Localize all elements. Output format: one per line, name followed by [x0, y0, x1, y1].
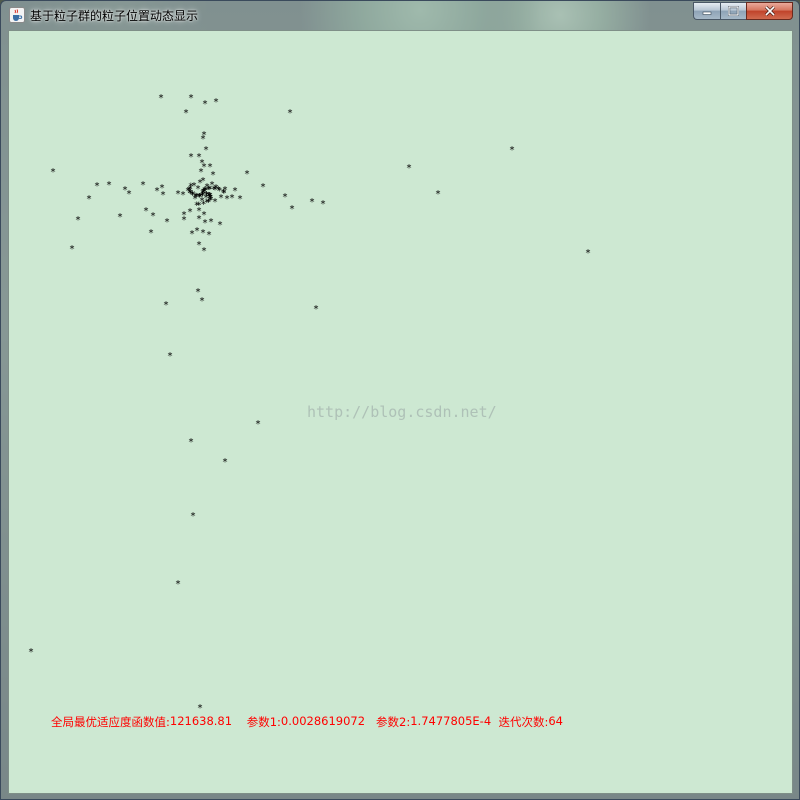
particle-marker: * — [197, 703, 203, 714]
particle-marker: * — [213, 97, 219, 108]
title-bar[interactable]: 基于粒子群的粒子位置动态显示 — [1, 1, 799, 29]
particle-marker: * — [181, 215, 187, 226]
watermark-text: http://blog.csdn.net/ — [307, 403, 497, 421]
iteration-value: 64 — [548, 714, 563, 728]
particle-marker: * — [188, 152, 194, 163]
particle-marker: * — [183, 108, 189, 119]
particle-marker: * — [167, 351, 173, 362]
particle-marker: * — [117, 212, 123, 223]
particle-marker: * — [163, 300, 169, 311]
particle-marker: * — [199, 296, 205, 307]
particle-marker: * — [237, 194, 243, 205]
particle-marker: * — [212, 185, 218, 196]
iteration-label: 迭代次数: — [498, 715, 549, 729]
status-gap — [491, 714, 498, 730]
param1-value: 0.0028619072 — [280, 714, 366, 728]
window-controls — [693, 2, 793, 21]
app-window: 基于粒子群的粒子位置动态显示 ************* — [0, 0, 800, 800]
particle-marker: * — [309, 197, 315, 208]
particle-marker: * — [94, 181, 100, 192]
particle-marker: * — [86, 194, 92, 205]
particle-marker: * — [160, 190, 166, 201]
particle-marker: * — [229, 193, 235, 204]
status-line: 全局最优适应度函数值: 121638.81 参数1: 0.0028619072 … — [51, 714, 563, 730]
minimize-icon — [702, 11, 712, 15]
particle-marker: * — [585, 248, 591, 259]
particle-marker: * — [255, 419, 261, 430]
status-gap — [365, 714, 376, 730]
particle-marker: * — [206, 230, 212, 241]
particle-marker: * — [201, 246, 207, 257]
particle-marker: * — [148, 228, 154, 239]
java-cup-icon — [9, 7, 25, 23]
status-gap — [232, 714, 247, 730]
particle-marker: * — [289, 204, 295, 215]
particle-marker: * — [188, 93, 194, 104]
particle-marker: * — [188, 437, 194, 448]
close-button[interactable] — [746, 2, 793, 20]
particle-marker: * — [435, 189, 441, 200]
particle-marker: * — [203, 145, 209, 156]
best-fitness-value: 121638.81 — [169, 714, 233, 728]
particle-marker: * — [28, 647, 34, 658]
particle-marker: * — [75, 215, 81, 226]
particle-marker: * — [50, 167, 56, 178]
particle-marker: * — [126, 189, 132, 200]
particle-marker: * — [244, 169, 250, 180]
close-icon — [764, 6, 775, 16]
particle-marker: * — [260, 182, 266, 193]
param2-label: 参数2: — [376, 715, 411, 729]
param2-value: 1.7477805E-4 — [410, 714, 492, 728]
particle-marker: * — [190, 190, 196, 201]
particle-marker: * — [202, 99, 208, 110]
particle-marker: * — [69, 244, 75, 255]
particle-marker: * — [187, 207, 193, 218]
particle-marker: * — [200, 134, 206, 145]
particle-marker: * — [190, 511, 196, 522]
particle-marker: * — [143, 206, 149, 217]
particle-marker: * — [158, 93, 164, 104]
particle-marker: * — [313, 304, 319, 315]
param1-label: 参数1: — [246, 715, 281, 729]
particle-marker: * — [287, 108, 293, 119]
particle-marker: * — [150, 211, 156, 222]
maximize-button[interactable] — [720, 2, 746, 20]
particle-marker: * — [222, 457, 228, 468]
window-title: 基于粒子群的粒子位置动态显示 — [30, 9, 199, 23]
minimize-button[interactable] — [693, 2, 720, 20]
particle-marker: * — [509, 145, 515, 156]
particle-marker: * — [217, 220, 223, 231]
particle-marker: * — [282, 192, 288, 203]
particle-canvas: * * * * * * * * * * * * * * * * * * * * * * * * * * * * * * * * * * * * * * * *… — [8, 30, 793, 794]
particle-marker: * — [208, 217, 214, 228]
particle-marker: * — [140, 180, 146, 191]
particle-marker: * — [175, 579, 181, 590]
particle-marker: * — [221, 189, 227, 200]
particle-marker: * — [320, 199, 326, 210]
particle-marker: * — [106, 180, 112, 191]
best-fitness-label: 全局最优适应度函数值: — [51, 715, 170, 729]
particle-marker: * — [164, 217, 170, 228]
maximize-icon — [728, 6, 739, 16]
particle-marker: * — [406, 163, 412, 174]
